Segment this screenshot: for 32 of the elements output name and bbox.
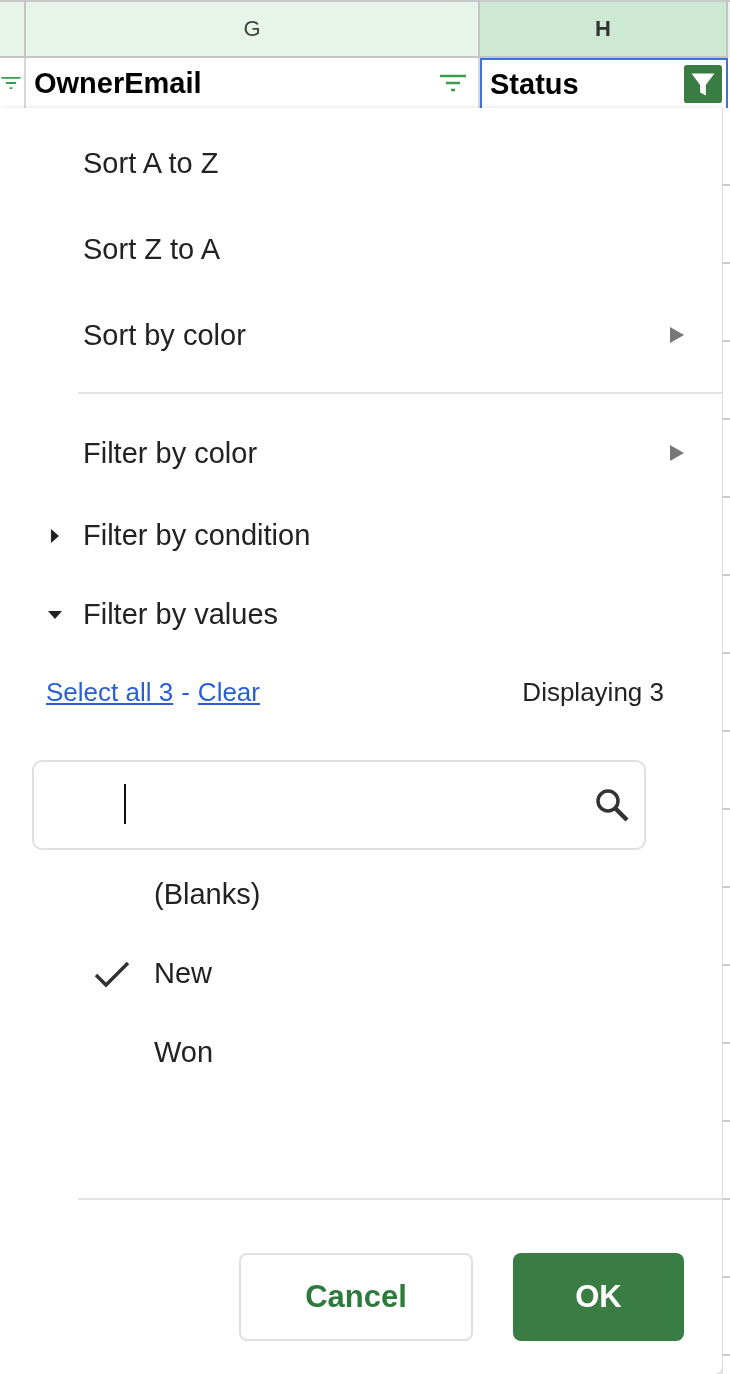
search-icon [594,787,630,823]
column-header[interactable]: G [26,2,480,58]
menu-item[interactable]: Sort by color [0,292,722,378]
clear-link[interactable]: Clear [197,676,260,708]
filter-icon[interactable] [438,73,468,93]
section-toggle[interactable]: Filter by values [0,575,722,654]
menu-item[interactable]: Sort A to Z [0,120,722,206]
submenu-arrow-icon [670,445,684,461]
column-header[interactable]: H [480,2,728,58]
section-label: Filter by condition [83,519,311,552]
menu-item[interactable]: Filter by color [0,410,722,496]
cell-text: Status [490,67,579,101]
section-label: Filter by values [83,598,278,631]
menu-item-label: Sort by color [83,318,246,352]
section-toggle[interactable]: Filter by condition [0,496,722,575]
value-option[interactable]: Won [0,1013,722,1092]
menu-item[interactable]: Sort Z to A [0,206,722,292]
value-option[interactable]: (Blanks) [0,855,722,934]
cell-text: OwnerEmail [34,66,202,100]
submenu-arrow-icon [670,327,684,343]
displaying-count: Displaying 3 [522,676,664,708]
search-field[interactable] [32,760,646,850]
value-option[interactable]: New [0,934,722,1013]
link-separator: - [181,676,190,708]
value-label: New [154,957,212,990]
value-label: Won [154,1036,214,1069]
value-label: (Blanks) [154,878,261,911]
ok-button[interactable]: OK [513,1253,684,1341]
cancel-button[interactable]: Cancel [239,1253,473,1341]
menu-item-label: Filter by color [83,436,258,470]
filter-icon[interactable] [684,65,722,103]
select-all-link[interactable]: Select all 3 [46,676,174,708]
